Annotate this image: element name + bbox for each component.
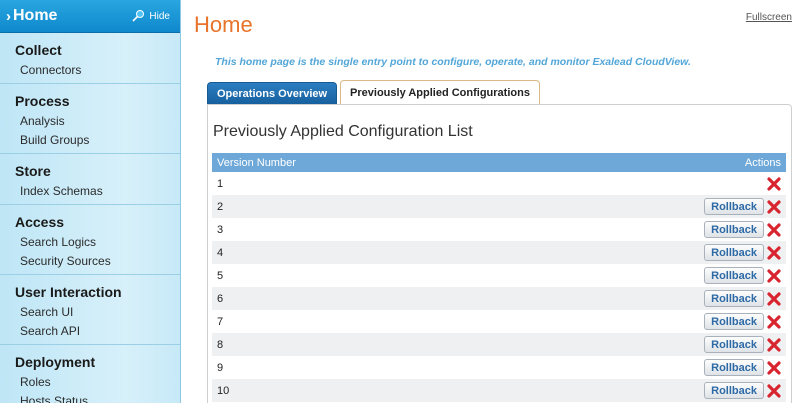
version-number-cell: 6	[217, 292, 224, 305]
tab-operations-overview[interactable]: Operations Overview	[207, 82, 338, 105]
version-number-cell: 5	[217, 269, 224, 282]
rollback-button[interactable]: Rollback	[704, 336, 764, 353]
rollback-button[interactable]: Rollback	[704, 221, 764, 238]
table-row: 6 Rollback	[212, 287, 786, 310]
delete-x-icon[interactable]	[767, 199, 781, 214]
version-number-cell: 2	[217, 200, 224, 213]
configurations-table: Version Number Actions 1 2 Rollback 3 Rollba…	[212, 153, 786, 402]
delete-x-icon[interactable]	[767, 314, 781, 329]
rollback-button[interactable]: Rollback	[704, 290, 764, 307]
sidebar-section-process: Process Analysis Build Groups	[0, 83, 180, 153]
fullscreen-link[interactable]: Fullscreen	[746, 12, 792, 23]
delete-x-icon[interactable]	[767, 176, 781, 191]
rollback-button[interactable]: Rollback	[704, 359, 764, 376]
panel-title: Previously Applied Configuration List	[213, 123, 473, 140]
sidebar-section-title[interactable]: Collect	[15, 42, 180, 58]
rollback-button[interactable]: Rollback	[704, 313, 764, 330]
sidebar-section-access: Access Search Logics Security Sources	[0, 204, 180, 274]
delete-x-icon[interactable]	[767, 383, 781, 398]
sidebar-section-deployment: Deployment Roles Hosts Status	[0, 344, 180, 403]
version-number-cell: 8	[217, 338, 224, 351]
sidebar-item-security-sources[interactable]: Security Sources	[15, 252, 180, 271]
table-row: 2 Rollback	[212, 195, 786, 218]
table-row: 1	[212, 172, 786, 195]
delete-x-icon[interactable]	[767, 337, 781, 352]
hide-sidebar-button[interactable]: Hide	[131, 9, 170, 23]
sidebar-item-roles[interactable]: Roles	[15, 373, 180, 392]
sidebar-item-search-ui[interactable]: Search UI	[15, 303, 180, 322]
table-row: 10 Rollback	[212, 379, 786, 402]
delete-x-icon[interactable]	[767, 360, 781, 375]
version-number-cell: 4	[217, 246, 224, 259]
table-header: Version Number Actions	[212, 153, 786, 172]
rollback-button[interactable]: Rollback	[704, 198, 764, 215]
row-actions: Rollback	[704, 244, 781, 261]
tab-bar: Operations Overview Previously Applied C…	[207, 80, 543, 105]
row-actions: Rollback	[704, 359, 781, 376]
column-header-version: Version Number	[217, 156, 296, 169]
row-actions: Rollback	[704, 336, 781, 353]
table-row: 5 Rollback	[212, 264, 786, 287]
sidebar-item-hosts-status[interactable]: Hosts Status	[15, 392, 180, 403]
row-actions: Rollback	[704, 198, 781, 215]
sidebar-item-analysis[interactable]: Analysis	[15, 112, 180, 131]
chevron-right-icon: ›	[6, 7, 11, 25]
version-number-cell: 7	[217, 315, 224, 328]
sidebar-header: › Home Hide	[0, 0, 180, 33]
delete-x-icon[interactable]	[767, 268, 781, 283]
row-actions: Rollback	[704, 290, 781, 307]
sidebar-home-title[interactable]: Home	[13, 7, 57, 25]
main-content: Home Fullscreen This home page is the si…	[182, 0, 803, 403]
sidebar-item-search-logics[interactable]: Search Logics	[15, 233, 180, 252]
version-number-cell: 1	[217, 177, 224, 190]
version-number-cell: 10	[217, 384, 230, 397]
row-actions: Rollback	[704, 221, 781, 238]
table-row: 7 Rollback	[212, 310, 786, 333]
tab-previously-applied-configurations[interactable]: Previously Applied Configurations	[340, 80, 540, 105]
sidebar: › Home Hide Collect Connectors Process Anal…	[0, 0, 181, 403]
table-row: 9 Rollback	[212, 356, 786, 379]
row-actions: Rollback	[704, 313, 781, 330]
rollback-button[interactable]: Rollback	[704, 244, 764, 261]
hide-label: Hide	[149, 10, 170, 22]
sidebar-item-search-api[interactable]: Search API	[15, 322, 180, 341]
sidebar-sections: Collect Connectors Process Analysis Build Gr…	[0, 33, 180, 403]
row-actions	[767, 176, 781, 191]
sidebar-section-title[interactable]: Process	[15, 93, 180, 109]
sidebar-section-collect: Collect Connectors	[0, 33, 180, 83]
row-actions: Rollback	[704, 267, 781, 284]
sidebar-section-store: Store Index Schemas	[0, 153, 180, 204]
sidebar-item-connectors[interactable]: Connectors	[15, 61, 180, 80]
configurations-panel: Previously Applied Configuration List Ve…	[207, 104, 792, 403]
table-row: 4 Rollback	[212, 241, 786, 264]
rollback-button[interactable]: Rollback	[704, 267, 764, 284]
sidebar-item-build-groups[interactable]: Build Groups	[15, 131, 180, 150]
version-number-cell: 9	[217, 361, 224, 374]
page-title: Home	[194, 12, 253, 37]
intro-text: This home page is the single entry point…	[215, 56, 691, 68]
row-actions: Rollback	[704, 382, 781, 399]
rollback-button[interactable]: Rollback	[704, 382, 764, 399]
delete-x-icon[interactable]	[767, 245, 781, 260]
sidebar-section-title[interactable]: Store	[15, 163, 180, 179]
table-body: 1 2 Rollback 3 Rollback 4 Rollback 5 Rollback 6 Ro…	[212, 172, 786, 402]
sidebar-section-title[interactable]: User Interaction	[15, 284, 180, 300]
version-number-cell: 3	[217, 223, 224, 236]
table-row: 8 Rollback	[212, 333, 786, 356]
delete-x-icon[interactable]	[767, 222, 781, 237]
pin-icon	[132, 10, 145, 22]
delete-x-icon[interactable]	[767, 291, 781, 306]
sidebar-section-title[interactable]: Deployment	[15, 354, 180, 370]
sidebar-section-title[interactable]: Access	[15, 214, 180, 230]
sidebar-item-index-schemas[interactable]: Index Schemas	[15, 182, 180, 201]
table-row: 3 Rollback	[212, 218, 786, 241]
column-header-actions: Actions	[744, 156, 781, 169]
sidebar-section-user-interaction: User Interaction Search UI Search API	[0, 274, 180, 344]
